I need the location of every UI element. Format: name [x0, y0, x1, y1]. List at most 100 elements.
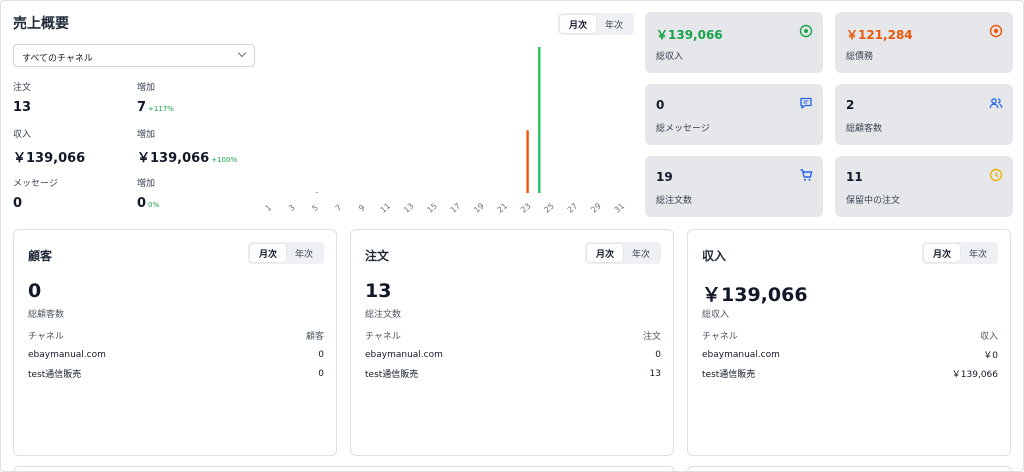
kpi-tile[interactable]: 11 保留中の注文 [835, 156, 1013, 217]
table-header: チャネル 注文 [365, 326, 661, 345]
x-tick-label: 27 [566, 201, 580, 214]
sales-chart-svg: 1 3 5 7 9 11 13 15 17 19 21 23 25 27 29 31 [264, 47, 626, 215]
x-tick-label: 13 [402, 201, 416, 214]
channel-name: ebaymanual.com [702, 349, 780, 360]
clock-icon [989, 167, 1003, 182]
chart-bar[interactable] [526, 130, 529, 193]
overview-period-toggle: 月次 年次 [558, 13, 635, 35]
kpi-tile[interactable]: ￥121,284 総債務 [835, 12, 1013, 73]
column-header: 顧客 [305, 332, 324, 342]
channel-name: test通信販売 [28, 370, 82, 380]
channel-value: ￥139,066 [951, 370, 998, 380]
card-total-label: 総顧客数 [28, 310, 65, 320]
kpi-value: ￥139,066 [656, 28, 723, 42]
x-tick-label: 11 [379, 201, 393, 214]
toggle-monthly[interactable]: 月次 [560, 15, 597, 33]
channel-value: 0 [655, 349, 661, 360]
kpi-tile[interactable]: 19 総注文数 [645, 156, 823, 217]
chevron-down-icon [237, 48, 247, 58]
cart-icon [799, 167, 813, 181]
x-tick-label: 19 [472, 201, 486, 214]
kpi-value: 2 [846, 98, 855, 112]
sales-chart: 1 3 5 7 9 11 13 15 17 19 21 23 25 27 29 31 [262, 40, 634, 218]
card-title: 収入 [702, 249, 727, 263]
channel-value: 0 [318, 368, 324, 379]
toggle-monthly[interactable]: 月次 [249, 244, 286, 262]
stat-value: 0 [137, 196, 147, 211]
growth-percent: +100% [211, 156, 238, 164]
x-tick-label: 3 [287, 203, 297, 213]
x-tick-label: 1 [264, 203, 274, 213]
stat-messages: メッセージ 0 [13, 176, 58, 211]
chart-bar[interactable] [538, 47, 541, 193]
card-period-toggle: 月次 年次 [247, 242, 324, 264]
target-circle-icon [989, 23, 1003, 38]
kpi-tile[interactable]: 0 総メッセージ [645, 84, 823, 145]
kpi-label: 総債務 [846, 52, 874, 62]
column-header: チャネル [702, 332, 738, 342]
table-row: ebaymanual.com 0 [365, 345, 661, 364]
users-icon [989, 95, 1003, 109]
x-tick-label: 9 [357, 203, 367, 213]
kpi-value: 0 [656, 98, 665, 112]
card-total-label: 総注文数 [365, 310, 402, 320]
summary-card: 顧客 月次 年次 0 総顧客数 チャネル 顧客 ebaymanual.com 0 test通信販売… [13, 229, 337, 456]
stat-income: 収入 ￥139,066 [13, 127, 85, 166]
channel-name: ebaymanual.com [365, 349, 443, 360]
toggle-yearly[interactable]: 年次 [596, 15, 632, 33]
stat-value: 13 [13, 100, 32, 115]
stat-messages-growth: 増加 0 0% [137, 176, 159, 211]
channel-value: ￥0 [983, 351, 998, 361]
x-tick-label: 15 [425, 201, 439, 214]
stat-orders: 注文 13 [13, 80, 31, 115]
card-total: 0 [28, 280, 42, 302]
x-tick-label: 5 [310, 203, 320, 213]
dollar-circle-icon [799, 23, 813, 38]
message-icon [799, 95, 813, 109]
next-section-edge [687, 466, 1012, 472]
table-row: ebaymanual.com 0 [28, 345, 324, 364]
next-section-edge [13, 466, 675, 472]
column-header: 注文 [642, 332, 661, 342]
channel-select[interactable]: すべてのチャネル [13, 44, 255, 67]
kpi-tile[interactable]: ￥139,066 総収入 [645, 12, 823, 73]
kpi-value: 19 [656, 170, 673, 184]
table-header: チャネル 収入 [702, 326, 998, 345]
stat-orders-growth: 増加 7 +117% [137, 80, 174, 115]
kpi-value: ￥121,284 [846, 28, 913, 42]
channel-table: チャネル 注文 ebaymanual.com 0 test通信販売 13 [365, 326, 661, 383]
stat-income-growth: 増加 ￥139,066 +100% [137, 127, 237, 166]
toggle-yearly[interactable]: 年次 [960, 244, 996, 262]
card-period-toggle: 月次 年次 [921, 242, 998, 264]
growth-percent: +117% [148, 105, 174, 113]
stat-label: 注文 [13, 83, 32, 93]
column-header: チャネル [365, 332, 401, 342]
stat-value: ￥139,066 [137, 151, 210, 166]
table-row: test通信販売 0 [28, 364, 324, 383]
x-tick-label: 17 [449, 201, 463, 214]
table-row: test通信販売 ￥139,066 [702, 364, 998, 383]
toggle-monthly[interactable]: 月次 [586, 244, 623, 262]
stat-value: 7 [137, 100, 147, 115]
stat-value: 0 [13, 196, 23, 211]
overview-title: 売上概要 [13, 16, 69, 32]
stat-label: 増加 [137, 83, 156, 93]
stat-label: 増加 [137, 130, 156, 140]
toggle-yearly[interactable]: 年次 [623, 244, 659, 262]
channel-value: 0 [318, 349, 324, 360]
table-row: test通信販売 13 [365, 364, 661, 383]
stat-label: 増加 [137, 179, 156, 189]
kpi-tile[interactable]: 2 総顧客数 [835, 84, 1013, 145]
toggle-monthly[interactable]: 月次 [923, 244, 960, 262]
kpi-label: 総注文数 [656, 196, 693, 206]
summary-card: 注文 月次 年次 13 総注文数 チャネル 注文 ebaymanual.com 0 test通信販… [350, 229, 674, 456]
column-header: 収入 [979, 332, 998, 342]
card-total-label: 総収入 [702, 310, 730, 320]
channel-name: test通信販売 [365, 370, 419, 380]
card-title: 注文 [365, 249, 390, 263]
toggle-yearly[interactable]: 年次 [286, 244, 322, 262]
kpi-value: 11 [846, 170, 863, 184]
card-total: ￥139,066 [702, 284, 808, 306]
kpi-label: 保留中の注文 [846, 196, 901, 206]
channel-name: ebaymanual.com [28, 349, 106, 360]
